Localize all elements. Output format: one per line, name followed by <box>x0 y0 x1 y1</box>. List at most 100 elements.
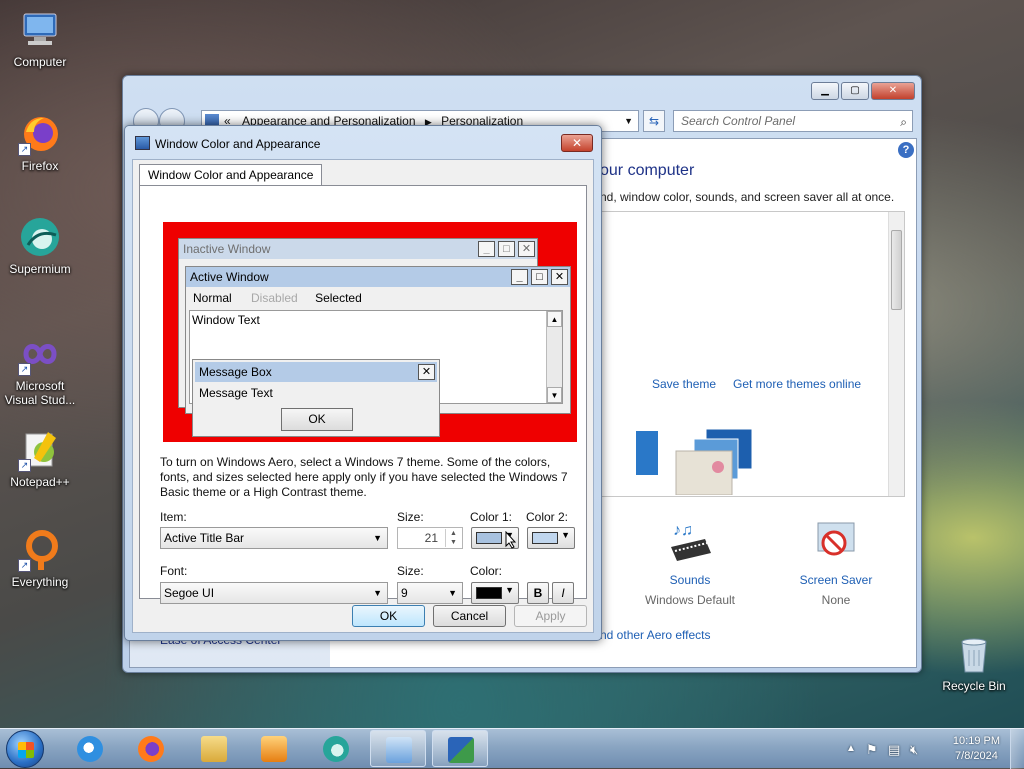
size-stepper[interactable]: 21 ▲ ▼ <box>397 527 463 549</box>
aero-description: To turn on Windows Aero, select a Window… <box>160 455 568 499</box>
taskbar-media-player[interactable] <box>246 730 302 767</box>
preview-menu-normal[interactable]: Normal <box>193 291 232 305</box>
theme-thumbnail[interactable] <box>636 427 756 496</box>
display-settings-icon <box>448 737 474 763</box>
get-more-themes-link[interactable]: Get more themes online <box>733 377 861 391</box>
sounds-icon: ♪♫ <box>665 519 715 565</box>
shortcut-arrow-icon: ↗ <box>18 459 31 472</box>
search-input[interactable]: Search Control Panel ⌕ <box>673 110 913 132</box>
network-icon[interactable]: ▤ <box>888 742 900 758</box>
recycle-bin-icon <box>952 632 996 676</box>
theme-list-scrollbar[interactable] <box>888 212 904 496</box>
action-center-flag-icon[interactable]: ⚑ <box>866 742 878 758</box>
screen-saver-setting[interactable]: Screen Saver None <box>786 519 886 607</box>
theme-list[interactable]: Save theme Get more themes online <box>595 211 905 497</box>
close-button[interactable]: ✕ <box>871 82 915 100</box>
desktop-icon-firefox[interactable]: ↗ Firefox <box>0 112 80 173</box>
mouse-cursor-icon <box>505 531 517 549</box>
desktop-icon-everything[interactable]: ↗ Everything <box>0 528 80 589</box>
visual-studio-icon: ↗ <box>18 332 62 376</box>
sounds-label[interactable]: Sounds <box>640 573 740 587</box>
scrollbar-thumb[interactable] <box>891 230 902 310</box>
screen-saver-label[interactable]: Screen Saver <box>786 573 886 587</box>
media-player-icon <box>261 736 287 762</box>
minimize-button[interactable]: ▁ <box>811 82 839 100</box>
preview-menu-selected[interactable]: Selected <box>315 291 362 305</box>
screen-saver-value: None <box>821 593 851 607</box>
desktop-icon-recycle-bin[interactable]: Recycle Bin <box>934 632 1014 693</box>
tab-panel: Inactive Window _ □ ✕ Active Window _ □ <box>139 185 587 604</box>
show-hidden-icons-icon[interactable]: ▲ <box>846 743 856 754</box>
preview-menu-bar[interactable]: Normal Disabled Selected <box>186 288 570 308</box>
font-color-picker[interactable]: ▼ <box>471 582 519 604</box>
preview-scrollbar[interactable]: ▲ ▼ <box>546 311 562 403</box>
window-color-appearance-dialog[interactable]: Window Color and Appearance ✕ Window Col… <box>124 125 602 641</box>
desktop-icon-notepad-plus-plus[interactable]: ↗ Notepad++ <box>0 428 80 489</box>
spin-arrows-icon[interactable]: ▲ ▼ <box>445 529 461 547</box>
shortcut-arrow-icon: ↗ <box>18 143 31 156</box>
taskbar-file-explorer[interactable] <box>186 730 242 767</box>
bold-toggle[interactable]: B <box>527 582 549 604</box>
taskbar-firefox[interactable] <box>123 730 179 767</box>
desktop-icon-label: Microsoft Visual Stud... <box>4 379 76 407</box>
firefox-icon: ↗ <box>18 112 62 156</box>
cancel-button[interactable]: Cancel <box>433 605 506 627</box>
screen-saver-icon <box>814 519 858 565</box>
everything-search-icon: ↗ <box>18 528 62 572</box>
apply-button[interactable]: Apply <box>514 605 587 627</box>
color1-picker[interactable]: ▼ <box>471 527 519 549</box>
start-button[interactable] <box>6 730 44 768</box>
preview-message-box-title-bar[interactable]: Message Box ✕ <box>195 362 437 382</box>
font-select-value: Segoe UI <box>164 586 215 600</box>
svg-text:♪♫: ♪♫ <box>673 522 693 539</box>
sounds-setting[interactable]: ♪♫ Sounds Windows Default <box>640 519 740 607</box>
shortcut-arrow-icon: ↗ <box>18 559 31 572</box>
volume-muted-icon[interactable]: 🔇︎ <box>910 742 918 758</box>
refresh-icon: ⇆ <box>648 114 660 128</box>
desktop-icon-supermium[interactable]: Supermium <box>0 215 80 276</box>
page-title: our computer <box>600 162 695 179</box>
maximize-button[interactable]: ▢ <box>841 82 869 100</box>
show-desktop-button[interactable] <box>1010 729 1024 769</box>
preview-message-box[interactable]: Message Box ✕ Message Text OK <box>192 359 440 437</box>
help-icon[interactable]: ? <box>898 142 914 158</box>
search-icon[interactable]: ⌕ <box>900 112 907 132</box>
item-select[interactable]: Active Title Bar ▼ <box>160 527 388 549</box>
scroll-up-icon: ▲ <box>547 311 562 327</box>
control-panel-icon <box>386 737 412 763</box>
close-icon: ✕ <box>418 364 435 380</box>
chevron-down-icon[interactable]: ▼ <box>624 111 633 131</box>
preview-inactive-title: Inactive Window <box>183 242 271 256</box>
font-select[interactable]: Segoe UI ▼ <box>160 582 388 604</box>
chevron-down-icon: ▼ <box>505 585 514 595</box>
color1-swatch <box>476 532 502 544</box>
desktop-icon-label: Notepad++ <box>10 475 70 489</box>
preview-ok-button[interactable]: OK <box>281 408 353 431</box>
desktop-icon-visual-studio[interactable]: ↗ Microsoft Visual Stud... <box>0 332 80 407</box>
taskbar-display-settings[interactable] <box>432 730 488 767</box>
preview-caption-buttons: _ □ ✕ <box>508 269 568 285</box>
minimize-icon: _ <box>511 269 528 285</box>
close-button[interactable]: ✕ <box>561 134 593 152</box>
taskbar-supermium[interactable] <box>308 730 364 767</box>
save-theme-link[interactable]: Save theme <box>652 377 716 391</box>
taskbar-control-panel[interactable] <box>370 730 426 767</box>
appearance-preview[interactable]: Inactive Window _ □ ✕ Active Window _ □ <box>163 222 577 442</box>
aero-effects-link[interactable]: nd other Aero effects <box>600 628 711 642</box>
clock-date: 7/8/2024 <box>955 750 998 762</box>
color2-picker[interactable]: ▼ <box>527 527 575 549</box>
size-stepper-value: 21 <box>424 531 438 545</box>
clock[interactable]: 10:19 PM 7/8/2024 <box>953 734 1000 764</box>
italic-toggle[interactable]: I <box>552 582 574 604</box>
refresh-button[interactable]: ⇆ <box>643 110 665 132</box>
preview-inactive-title-bar[interactable]: Inactive Window _ □ ✕ <box>179 239 537 259</box>
font-size-select[interactable]: 9 ▼ <box>397 582 463 604</box>
preview-active-title-bar[interactable]: Active Window _ □ ✕ <box>186 267 570 287</box>
tab-window-color-appearance[interactable]: Window Color and Appearance <box>139 164 323 186</box>
taskbar-internet-explorer[interactable] <box>62 730 118 767</box>
color2-label: Color 2: <box>526 510 569 524</box>
desktop-icon-computer[interactable]: Computer <box>0 8 80 69</box>
preview-menu-disabled[interactable]: Disabled <box>251 291 298 305</box>
ok-button[interactable]: OK <box>352 605 425 627</box>
font-color-swatch <box>476 587 502 599</box>
